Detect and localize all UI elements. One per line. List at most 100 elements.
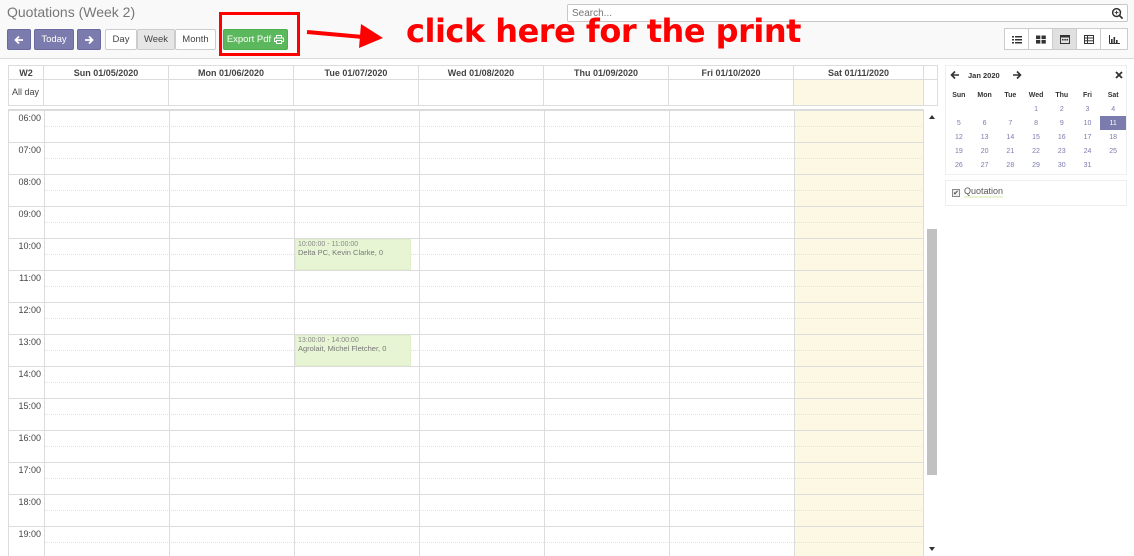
kanban-view-switch[interactable] (1028, 28, 1053, 50)
allday-cell-tue[interactable] (294, 80, 419, 106)
mini-calendar-day[interactable]: 31 (1075, 158, 1101, 172)
week-calendar: W2 Sun 01/05/2020 Mon 01/06/2020 Tue 01/… (8, 65, 938, 556)
graph-view-switch[interactable] (1100, 28, 1128, 50)
hour-row[interactable]: 08:00 (8, 175, 924, 207)
mini-calendar-day[interactable]: 13 (972, 130, 998, 144)
pivot-view-switch[interactable] (1076, 28, 1101, 50)
next-month-icon[interactable] (1012, 70, 1022, 80)
scroll-up-icon[interactable] (926, 113, 938, 121)
mini-calendar-day[interactable]: 27 (972, 158, 998, 172)
mini-calendar-day[interactable]: 10 (1075, 116, 1101, 130)
hour-row[interactable]: 06:00 (8, 111, 924, 143)
mini-calendar-day[interactable]: 8 (1023, 116, 1049, 130)
hour-row[interactable]: 07:00 (8, 143, 924, 175)
calendar-event[interactable]: 10:00:00 - 11:00:00 Delta PC, Kevin Clar… (295, 239, 411, 270)
hour-label: 08:00 (18, 177, 41, 187)
annotation-arrow-icon (306, 24, 383, 48)
mini-calendar-day[interactable]: 18 (1100, 130, 1126, 144)
mini-calendar-day[interactable]: 29 (1023, 158, 1049, 172)
allday-cell-thu[interactable] (544, 80, 669, 106)
today-button[interactable]: Today (34, 29, 74, 50)
hour-row[interactable]: 10:00 (8, 239, 924, 271)
mini-calendar-day[interactable]: 26 (946, 158, 972, 172)
grid-line (44, 111, 45, 556)
weekday-label: Sat (1107, 91, 1119, 99)
hour-row[interactable]: 13:00 (8, 335, 924, 367)
mini-calendar-day (972, 102, 998, 116)
allday-cell-sun[interactable] (44, 80, 169, 106)
mini-calendar-day[interactable]: 24 (1075, 144, 1101, 158)
half-hour-line (44, 222, 924, 223)
mini-calendar-day[interactable]: 16 (1049, 130, 1075, 144)
mini-calendar-day[interactable]: 6 (972, 116, 998, 130)
mini-calendar-day[interactable]: 19 (946, 144, 972, 158)
arrow-left-icon (14, 35, 23, 44)
filter-checkbox[interactable]: ✔ (952, 189, 960, 197)
hour-row[interactable]: 18:00 (8, 495, 924, 527)
half-hour-line (44, 478, 924, 479)
hour-row[interactable]: 15:00 (8, 399, 924, 431)
mini-calendar-day[interactable]: 25 (1100, 144, 1126, 158)
list-view-switch[interactable] (1004, 28, 1029, 50)
grid-line (419, 111, 420, 556)
day-view-button[interactable]: Day (105, 29, 137, 50)
hour-label: 14:00 (18, 369, 41, 379)
mini-calendar-day[interactable]: 30 (1049, 158, 1075, 172)
hour-row[interactable]: 11:00 (8, 271, 924, 303)
mini-calendar-day[interactable]: 12 (946, 130, 972, 144)
mini-calendar-grid: Sun Mon Tue Wed Thu Fri Sat 1 2 3 4 5 6 7 8 9 10 11 12 13 1… (946, 88, 1126, 172)
mini-calendar-day[interactable]: 14 (997, 130, 1023, 144)
half-hour-line (44, 542, 924, 543)
mini-calendar-day[interactable]: 1 (1023, 102, 1049, 116)
calendar-view-switch[interactable] (1052, 28, 1077, 50)
event-time: 10:00:00 - 11:00:00 (298, 241, 359, 248)
weekday-label: Fri (1082, 91, 1092, 99)
mini-calendar-day[interactable]: 9 (1049, 116, 1075, 130)
hour-row[interactable]: 17:00 (8, 463, 924, 495)
allday-cell-mon[interactable] (169, 80, 294, 106)
half-hour-line (44, 318, 924, 319)
mini-calendar-day[interactable]: 2 (1049, 102, 1075, 116)
allday-cell-wed[interactable] (419, 80, 544, 106)
mini-calendar-day[interactable]: 28 (997, 158, 1023, 172)
time-grid[interactable]: 06:00 07:00 08:00 09:00 10:00 11:00 12:00 13:00… (8, 109, 924, 556)
mini-calendar-day[interactable]: 22 (1023, 144, 1049, 158)
mini-calendar-day[interactable]: 23 (1049, 144, 1075, 158)
day-header-sat: Sat 01/11/2020 (794, 65, 924, 80)
mini-calendar-day[interactable]: 15 (1023, 130, 1049, 144)
mini-calendar-day[interactable]: 5 (946, 116, 972, 130)
mini-calendar-day[interactable]: 21 (997, 144, 1023, 158)
month-view-button[interactable]: Month (175, 29, 216, 50)
mini-calendar-day[interactable]: 4 (1100, 102, 1126, 116)
hour-row[interactable]: 16:00 (8, 431, 924, 463)
search-icon[interactable] (1111, 7, 1124, 20)
vertical-scrollbar[interactable] (926, 109, 938, 556)
mini-calendar-day[interactable]: 20 (972, 144, 998, 158)
calendar-event[interactable]: 13:00:00 - 14:00:00 Agrolait, Michel Fle… (295, 335, 411, 366)
scrollbar-thumb[interactable] (927, 229, 937, 475)
list-icon (1011, 35, 1022, 43)
next-button[interactable] (77, 29, 101, 50)
hour-row[interactable]: 14:00 (8, 367, 924, 399)
previous-button[interactable] (7, 29, 31, 50)
hour-row[interactable]: 09:00 (8, 207, 924, 239)
scroll-down-icon[interactable] (926, 545, 938, 553)
mini-calendar-day[interactable]: 11 (1100, 116, 1126, 130)
hour-row[interactable]: 19:00 (8, 527, 924, 556)
allday-cell-sat[interactable] (794, 80, 924, 106)
hour-label: 11:00 (19, 273, 41, 283)
half-hour-line (44, 382, 924, 383)
weekday-label: Sun (952, 91, 966, 99)
mini-calendar-day[interactable]: 3 (1075, 102, 1101, 116)
calendar-icon (1059, 35, 1070, 44)
day-header-tue: Tue 01/07/2020 (294, 65, 419, 80)
mini-calendar-day[interactable]: 7 (997, 116, 1023, 130)
week-view-button[interactable]: Week (137, 29, 175, 50)
prev-month-icon[interactable] (950, 70, 960, 80)
pivot-icon (1083, 34, 1094, 44)
close-icon[interactable] (1115, 71, 1123, 79)
grid-line (169, 111, 170, 556)
mini-calendar-day[interactable]: 17 (1075, 130, 1101, 144)
hour-row[interactable]: 12:00 (8, 303, 924, 335)
allday-cell-fri[interactable] (669, 80, 794, 106)
